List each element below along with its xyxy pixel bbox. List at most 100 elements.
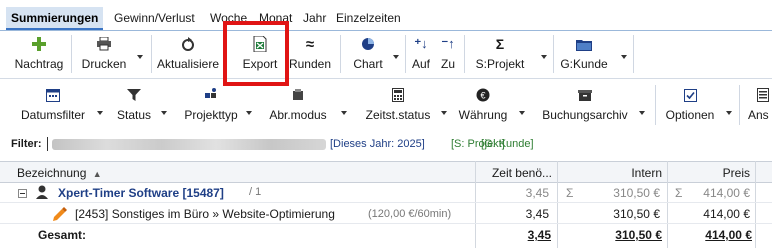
abrmodus-dropdown-icon[interactable] (341, 111, 347, 115)
approx-icon: ≈ (305, 35, 315, 53)
separator (151, 35, 152, 73)
status-dropdown-icon[interactable] (161, 111, 167, 115)
aktualisieren-button[interactable]: Aktualisiere (155, 34, 221, 74)
header-bezeichnung[interactable]: Bezeichnung ▲ (17, 166, 102, 180)
s-projekt-label: S:Projekt (475, 57, 525, 71)
expand-icon: ⁺↓ (414, 36, 428, 51)
archive-icon (538, 87, 632, 103)
s-projekt-dropdown-icon[interactable] (541, 55, 547, 59)
filter-g-kunde[interactable]: [G: Kunde] (481, 138, 534, 150)
calculator-icon (360, 87, 436, 103)
table-row[interactable]: Xpert-Timer Software [15487] / 1 3,45 Σ … (0, 183, 772, 203)
g-kunde-button[interactable]: G:Kunde (556, 34, 612, 74)
export-highlight-box (223, 21, 289, 86)
total-row: Gesamt: 3,45 310,50 € 414,00 € (0, 225, 772, 248)
header-preis[interactable]: Preis (669, 166, 750, 180)
filter-label: Filter: (11, 138, 42, 150)
tab-summierungen[interactable]: Summierungen (6, 7, 104, 30)
separator (340, 35, 341, 73)
funnel-icon (112, 87, 156, 103)
abrmodus-button[interactable]: Abr.modus (266, 82, 330, 122)
separator (553, 35, 554, 73)
tab-bar: Summierungen Gewinn/Verlust Woche Monat … (0, 0, 772, 30)
text-cursor (47, 137, 48, 151)
preis-value: 414,00 € (703, 207, 750, 221)
header-intern[interactable]: Intern (561, 166, 662, 180)
calendar-icon (14, 87, 92, 103)
sort-ascending-icon: ▲ (92, 169, 102, 179)
checkbox-options-icon (661, 87, 719, 103)
separator (464, 35, 465, 73)
zu-button[interactable]: ⁻↑ Zu (436, 34, 460, 74)
buchungsarchiv-dropdown-icon[interactable] (639, 111, 645, 115)
status-label: Status (116, 108, 152, 122)
sigma-icon: Σ (675, 186, 683, 200)
datumsfilter-button[interactable]: Datumsfilter (14, 82, 92, 122)
tab-jahr[interactable]: Jahr (303, 8, 326, 28)
s-projekt-button[interactable]: Σ S:Projekt (470, 34, 530, 74)
tab-einzelzeiten[interactable]: Einzelzeiten (336, 8, 401, 28)
project-name: Xpert-Timer Software [15487] (58, 186, 224, 200)
separator (655, 85, 656, 125)
datumsfilter-dropdown-icon[interactable] (97, 111, 103, 115)
status-button[interactable]: Status (112, 82, 156, 122)
zeit-value: 3,45 (525, 207, 549, 221)
sigma-icon: Σ (566, 186, 574, 200)
pie-chart-icon (346, 36, 390, 52)
tab-gewinn-verlust[interactable]: Gewinn/Verlust (114, 8, 195, 28)
waehrung-dropdown-icon[interactable] (519, 111, 525, 115)
zu-label: Zu (440, 57, 455, 71)
runden-button[interactable]: ≈ Runden (286, 34, 334, 74)
waehrung-button[interactable]: € Währung (457, 82, 509, 122)
currency-icon: € (457, 87, 509, 103)
filter-dieses-jahr[interactable]: [Dieses Jahr: 2025] (330, 138, 425, 150)
header-bezeichnung-label: Bezeichnung (17, 166, 87, 180)
filter-bar: Filter: [Dieses Jahr: 2025] [S: Projekt]… (0, 134, 772, 156)
plus-icon (10, 36, 68, 52)
chart-button[interactable]: Chart (346, 34, 390, 74)
total-preis: 414,00 € (705, 228, 752, 242)
filter-toolbar: Datumsfilter Status Projekttyp Abr.modus… (0, 78, 772, 127)
chart-label: Chart (353, 57, 383, 71)
view-icon (748, 87, 772, 103)
header-zeit[interactable]: Zeit benö... (478, 166, 552, 180)
ansicht-label: Ans (748, 108, 769, 122)
printer-icon (75, 36, 133, 52)
sigma-icon: Σ (495, 36, 505, 52)
ansicht-button[interactable]: Ans (748, 82, 772, 122)
g-kunde-label: G:Kunde (560, 57, 608, 71)
task-name: [2453] Sonstiges im Büro » Website-Optim… (75, 207, 335, 221)
customer-icon (35, 185, 49, 203)
optionen-button[interactable]: Optionen (661, 82, 719, 122)
folder-icon (556, 36, 612, 52)
collapse-toggle-icon[interactable] (18, 187, 27, 201)
task-rate: (120,00 €/60min) (368, 208, 452, 220)
nachtrag-button[interactable]: Nachtrag (10, 34, 68, 74)
chart-dropdown-icon[interactable] (393, 55, 399, 59)
separator (633, 35, 634, 73)
table-row[interactable]: [2453] Sonstiges im Büro » Website-Optim… (0, 204, 772, 224)
grid-header: Bezeichnung ▲ Zeit benö... Intern Preis (0, 161, 772, 183)
zeitststatus-dropdown-icon[interactable] (441, 111, 447, 115)
optionen-dropdown-icon[interactable] (726, 111, 732, 115)
optionen-label: Optionen (665, 108, 715, 122)
intern-value: 310,50 € (613, 207, 660, 221)
projekttyp-button[interactable]: Projekttyp (180, 82, 242, 122)
projekttyp-dropdown-icon[interactable] (246, 111, 252, 115)
intern-value: 310,50 € (613, 186, 660, 200)
drucken-label: Drucken (81, 57, 127, 71)
projekttyp-label: Projekttyp (184, 108, 238, 122)
zeitststatus-label: Zeitst.status (365, 108, 431, 122)
g-kunde-dropdown-icon[interactable] (621, 55, 627, 59)
project-suffix: / 1 (249, 186, 262, 198)
drucken-button[interactable]: Drucken (75, 34, 133, 74)
waehrung-label: Währung (458, 108, 508, 122)
separator (739, 85, 740, 125)
zeitststatus-button[interactable]: Zeitst.status (360, 82, 436, 122)
auf-button[interactable]: ⁺↓ Auf (409, 34, 433, 74)
billing-mode-icon (266, 87, 330, 103)
drucken-dropdown-icon[interactable] (137, 55, 143, 59)
zeit-value: 3,45 (525, 186, 549, 200)
summary-grid: Bezeichnung ▲ Zeit benö... Intern Preis … (0, 161, 772, 248)
buchungsarchiv-button[interactable]: Buchungsarchiv (538, 82, 632, 122)
